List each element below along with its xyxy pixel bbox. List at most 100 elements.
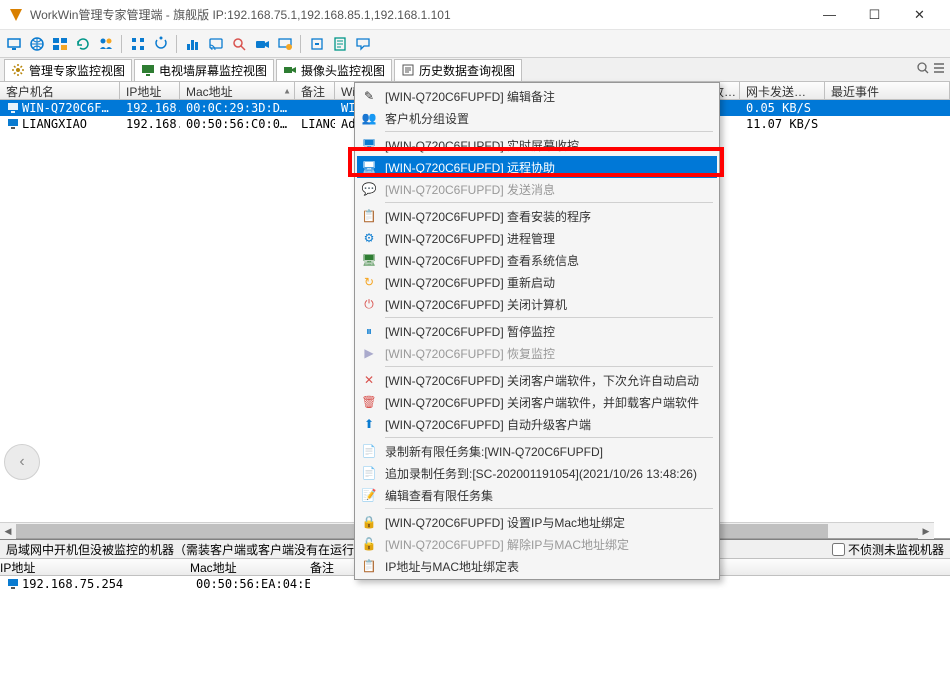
pc-icon bbox=[6, 577, 20, 591]
menu-sysinfo[interactable]: 🖥[WIN-Q720C6FUPFD] 查看系统信息 bbox=[357, 249, 717, 271]
menu-pause-monitor[interactable]: ⏸[WIN-Q720C6FUPFD] 暂停监控 bbox=[357, 320, 717, 342]
toolbar-icon-grid[interactable] bbox=[128, 34, 147, 53]
pc-icon bbox=[6, 101, 20, 115]
window-title: WorkWin管理专家管理端 - 旗舰版 IP:192.168.75.1,192… bbox=[30, 6, 807, 23]
restart-icon: ↻ bbox=[361, 274, 377, 290]
toolbar-icon-screens[interactable] bbox=[50, 34, 69, 53]
menu-auto-upgrade[interactable]: ⬆[WIN-Q720C6FUPFD] 自动升级客户端 bbox=[357, 413, 717, 435]
bottom-col-ip[interactable]: IP地址 bbox=[0, 559, 190, 575]
col-ip[interactable]: IP地址 bbox=[120, 82, 180, 99]
toolbar-icon-refresh[interactable] bbox=[73, 34, 92, 53]
bottom-col-mac[interactable]: Mac地址 bbox=[190, 559, 310, 575]
tab-label: 管理专家监控视图 bbox=[29, 62, 125, 79]
col-tx[interactable]: 网卡发送… bbox=[740, 82, 825, 99]
pause-icon: ⏸ bbox=[361, 323, 377, 339]
menu-separator bbox=[385, 317, 713, 318]
menu-shutdown[interactable]: ⏻[WIN-Q720C6FUPFD] 关闭计算机 bbox=[357, 293, 717, 315]
minimize-button[interactable]: — bbox=[807, 1, 852, 29]
view-tabs: 管理专家监控视图 电视墙屏幕监控视图 摄像头监控视图 历史数据查询视图 bbox=[0, 58, 950, 82]
context-menu: ✎[WIN-Q720C6FUPFD] 编辑备注 👥客户机分组设置 🖥[WIN-Q… bbox=[354, 82, 720, 580]
menu-remote-assist[interactable]: 🖥[WIN-Q720C6FUPFD] 远程协助 bbox=[357, 156, 717, 178]
toolbar-icon-tool2[interactable] bbox=[330, 34, 349, 53]
toolbar-icon-tool1[interactable] bbox=[307, 34, 326, 53]
menu-close-client-allow[interactable]: ✕[WIN-Q720C6FUPFD] 关闭客户端软件，下次允许自动启动 bbox=[357, 369, 717, 391]
message-icon: 💬 bbox=[361, 181, 377, 197]
menu-resume-monitor[interactable]: ▶[WIN-Q720C6FUPFD] 恢复监控 bbox=[357, 342, 717, 364]
toolbar-icon-camera[interactable] bbox=[252, 34, 271, 53]
menu-process-mgmt[interactable]: ⚙[WIN-Q720C6FUPFD] 进程管理 bbox=[357, 227, 717, 249]
uninstall-icon: 🗑 bbox=[361, 394, 377, 410]
menu-close-client-uninstall[interactable]: 🗑[WIN-Q720C6FUPFD] 关闭客户端软件，并卸载客户端软件 bbox=[357, 391, 717, 413]
tab-tvwall-view[interactable]: 电视墙屏幕监控视图 bbox=[134, 59, 274, 81]
menu-unbind-ip-mac[interactable]: 🔓[WIN-Q720C6FUPFD] 解除IP与MAC地址绑定 bbox=[357, 533, 717, 555]
edit-taskset-icon: 📝 bbox=[361, 487, 377, 503]
menu-separator bbox=[385, 366, 713, 367]
toolbar-icon-search[interactable] bbox=[229, 34, 248, 53]
main-grid-area: 客户机名 IP地址 Mac地址▲ 备注 Windows帐户 所属组 连接时间 状… bbox=[0, 82, 950, 539]
lock-icon: 🔒 bbox=[361, 514, 377, 530]
toolbar-icon-users[interactable] bbox=[96, 34, 115, 53]
menu-separator bbox=[385, 202, 713, 203]
col-client-name[interactable]: 客户机名 bbox=[0, 82, 120, 99]
main-toolbar bbox=[0, 30, 950, 58]
toolbar-icon-chat[interactable] bbox=[353, 34, 372, 53]
remote-icon: 🖥 bbox=[361, 159, 377, 175]
menu-send-message[interactable]: 💬[WIN-Q720C6FUPFD] 发送消息 bbox=[357, 178, 717, 200]
detect-checkbox[interactable]: 不侦测未监视机器 bbox=[832, 541, 944, 558]
sysinfo-icon: 🖥 bbox=[361, 252, 377, 268]
toolbar-icon-monitor[interactable] bbox=[4, 34, 23, 53]
col-mac[interactable]: Mac地址▲ bbox=[180, 82, 295, 99]
toolbar-icon-globe[interactable] bbox=[27, 34, 46, 53]
scroll-right-button[interactable]: ▶ bbox=[918, 523, 934, 539]
menu-ip-mac-table[interactable]: 📋IP地址与MAC地址绑定表 bbox=[357, 555, 717, 577]
detect-checkbox-label: 不侦测未监视机器 bbox=[848, 541, 944, 558]
edit-icon: ✎ bbox=[361, 88, 377, 104]
detect-checkbox-input[interactable] bbox=[832, 543, 845, 556]
toolbar-icon-display[interactable] bbox=[275, 34, 294, 53]
play-icon: ▶ bbox=[361, 345, 377, 361]
menu-restart[interactable]: ↻[WIN-Q720C6FUPFD] 重新启动 bbox=[357, 271, 717, 293]
programs-icon: 📋 bbox=[361, 208, 377, 224]
menu-edit-remark[interactable]: ✎[WIN-Q720C6FUPFD] 编辑备注 bbox=[357, 85, 717, 107]
menu-bind-ip-mac[interactable]: 🔒[WIN-Q720C6FUPFD] 设置IP与Mac地址绑定 bbox=[357, 511, 717, 533]
scroll-left-button[interactable]: ◀ bbox=[0, 523, 16, 539]
menu-record-new-taskset[interactable]: 📄录制新有限任务集:[WIN-Q720C6FUPFD] bbox=[357, 440, 717, 462]
tab-history-view[interactable]: 历史数据查询视图 bbox=[394, 59, 522, 81]
tab-monitor-view[interactable]: 管理专家监控视图 bbox=[4, 59, 132, 81]
toolbar-separator bbox=[121, 35, 122, 53]
sort-indicator-icon: ▲ bbox=[283, 86, 291, 95]
monitor-icon: 🖥 bbox=[361, 137, 377, 153]
nav-back-button[interactable]: ‹ bbox=[4, 444, 40, 480]
close-icon: ✕ bbox=[361, 372, 377, 388]
toolbar-icon-chart[interactable] bbox=[183, 34, 202, 53]
tab-camera-view[interactable]: 摄像头监控视图 bbox=[276, 59, 392, 81]
history-icon bbox=[401, 63, 415, 77]
search-icon[interactable] bbox=[916, 61, 930, 78]
tab-label: 电视墙屏幕监控视图 bbox=[159, 62, 267, 79]
menu-append-record[interactable]: 📄追加录制任务到:[SC-202001191054](2021/10/26 13… bbox=[357, 462, 717, 484]
menu-group-settings[interactable]: 👥客户机分组设置 bbox=[357, 107, 717, 129]
power-icon: ⏻ bbox=[361, 296, 377, 312]
toolbar-separator bbox=[300, 35, 301, 53]
camera-icon bbox=[283, 63, 297, 77]
tab-label: 摄像头监控视图 bbox=[301, 62, 385, 79]
toolbar-icon-cast[interactable] bbox=[206, 34, 225, 53]
pc-icon bbox=[6, 117, 20, 131]
bottom-grid-body: 192.168.75.254 00:50:56:EA:04:E3 bbox=[0, 576, 950, 682]
users-icon: 👥 bbox=[361, 110, 377, 126]
tab-label: 历史数据查询视图 bbox=[419, 62, 515, 79]
maximize-button[interactable]: ☐ bbox=[852, 1, 897, 29]
process-icon: ⚙ bbox=[361, 230, 377, 246]
menu-realtime-screen[interactable]: 🖥[WIN-Q720C6FUPFD] 实时屏幕收控 bbox=[357, 134, 717, 156]
record-icon: 📄 bbox=[361, 443, 377, 459]
list-icon[interactable] bbox=[932, 61, 946, 78]
col-event[interactable]: 最近事件 bbox=[825, 82, 950, 99]
close-button[interactable]: ✕ bbox=[897, 1, 942, 29]
menu-installed-programs[interactable]: 📋[WIN-Q720C6FUPFD] 查看安装的程序 bbox=[357, 205, 717, 227]
menu-edit-taskset[interactable]: 📝编辑查看有限任务集 bbox=[357, 484, 717, 506]
col-remark[interactable]: 备注 bbox=[295, 82, 335, 99]
tvwall-icon bbox=[141, 63, 155, 77]
toolbar-separator bbox=[176, 35, 177, 53]
toolbar-icon-cycle[interactable] bbox=[151, 34, 170, 53]
menu-separator bbox=[385, 437, 713, 438]
